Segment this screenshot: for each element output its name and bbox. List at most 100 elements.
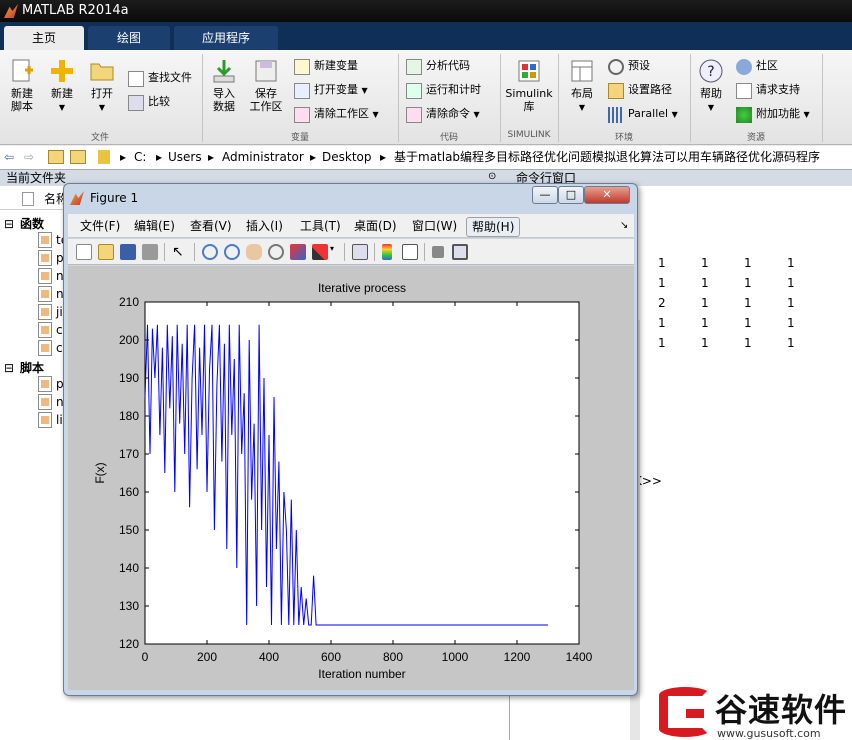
run-and-time-button[interactable]: 运行和计时 [406,82,481,100]
rotate-3d-icon[interactable] [268,244,284,260]
output-value: 1 [701,296,709,310]
save-workspace-button[interactable]: 保存 工作区 [246,58,286,113]
menu-edit[interactable]: 编辑(E) [134,217,175,235]
open-variable-button[interactable]: 打开变量 ▼ [294,82,368,100]
close-button[interactable]: ✕ [584,186,630,204]
function-file-item[interactable]: c [56,322,63,338]
path-segment-administrator[interactable]: Administrator [222,146,304,168]
request-support-button[interactable]: 请求支持 [736,82,800,100]
parallel-button[interactable]: Parallel ▼ [608,106,678,124]
path-segment-folder[interactable]: 基于matlab编程多目标路径优化问题模拟退化算法可以用车辆路径优化源码程序 [394,146,820,168]
open-file-icon[interactable] [98,244,114,260]
output-value: 1 [701,336,709,350]
layout-button[interactable]: 布局 ▼ [562,58,602,114]
clear-workspace-button[interactable]: 清除工作区 ▼ [294,106,379,124]
ribbon-divider [690,54,691,142]
colorbar-icon[interactable] [382,244,392,260]
clear-commands-button[interactable]: 清除命令 ▼ [406,106,480,124]
add-ons-button[interactable]: 附加功能 ▼ [736,106,810,124]
panel-menu-icon[interactable]: ⊙ [488,171,496,182]
x-tick-label: 1000 [442,650,469,664]
path-separator: ▸ [120,150,127,164]
simulink-library-button[interactable]: Simulink 库 [503,58,555,113]
output-value: 1 [658,336,666,350]
collapse-icon[interactable]: ⊟ [4,360,14,376]
menu-insert[interactable]: 插入(I) [246,217,283,235]
output-value: 1 [787,336,795,350]
group-label-resources: 资源 [746,133,765,143]
collapse-icon[interactable]: ⊟ [4,216,14,232]
set-path-button[interactable]: 设置路径 [608,82,672,100]
analyze-code-button[interactable]: 分析代码 [406,58,470,76]
tab-apps[interactable]: 应用程序 [174,26,278,50]
toolbar-separator [194,243,195,261]
data-cursor-icon[interactable] [290,244,306,260]
group-label-file: 文件 [90,133,109,143]
up-folder-icon[interactable] [48,150,64,164]
figure-title-bar: Figure 1 [70,187,138,209]
hide-plot-tools-icon[interactable] [432,246,444,258]
menu-view[interactable]: 查看(V) [190,217,232,235]
y-tick-label: 190 [119,371,139,385]
menu-help[interactable]: 帮助(H) [466,217,521,237]
community-button[interactable]: 社区 [736,58,778,76]
output-value: 1 [744,256,752,270]
output-value: 1 [658,276,666,290]
ribbon-divider [822,54,823,142]
pointer-icon[interactable]: ↖ [172,244,188,260]
back-arrow-icon[interactable]: ⇦ [4,146,14,168]
new-variable-button[interactable]: 新建变量 [294,58,358,76]
preferences-button[interactable]: 预设 [608,58,650,76]
path-segment-users[interactable]: Users [168,146,202,168]
help-button[interactable]: ? 帮助 ▼ [694,58,728,114]
save-icon[interactable] [120,244,136,260]
figure-window[interactable]: Figure 1 — □ ✕ 文件(F) 编辑(E) 查看(V) 插入(I) 工… [63,183,638,696]
maximize-button[interactable]: □ [558,186,584,204]
show-plot-tools-icon[interactable] [452,244,468,260]
plus-icon [51,60,73,82]
minimize-button[interactable]: — [532,186,558,204]
forward-arrow-icon[interactable]: ⇨ [24,146,34,168]
zoom-out-icon[interactable] [224,244,240,260]
open-button[interactable]: 打开 ▼ [84,58,120,114]
tab-home[interactable]: 主页 [4,26,84,50]
menu-file[interactable]: 文件(F) [80,217,120,235]
find-files-button[interactable]: 查找文件 [128,70,192,88]
browse-folder-icon[interactable] [70,150,86,164]
function-file-item[interactable]: c [56,340,63,356]
layout-icon [571,60,593,82]
folder-open-icon [90,63,114,81]
dock-arrow-icon[interactable]: ↘ [620,217,628,235]
menu-window[interactable]: 窗口(W) [412,217,457,235]
y-tick-label: 170 [119,447,139,461]
function-file-item[interactable]: ji [56,304,63,320]
compare-button[interactable]: 比较 [128,94,170,112]
open-variable-icon [294,83,310,99]
import-data-button[interactable]: 导入 数据 [206,58,242,113]
legend-icon[interactable] [402,244,418,260]
brush-dropdown-icon[interactable]: ▾ [330,244,338,260]
path-segment-desktop[interactable]: Desktop [322,146,372,168]
link-plot-icon[interactable] [352,244,368,260]
parallel-icon [608,107,624,123]
simulink-icon [518,60,540,82]
new-script-button[interactable]: 新建 脚本 [4,58,40,113]
new-button[interactable]: 新建 ▼ [44,58,80,114]
menu-tools[interactable]: 工具(T) [300,217,341,235]
zoom-in-icon[interactable] [202,244,218,260]
pan-hand-icon[interactable] [246,244,262,260]
script-file-item[interactable]: li [56,412,63,428]
path-segment-drive[interactable]: C: [134,146,146,168]
x-tick-label: 1400 [566,650,593,664]
run-and-time-icon [406,83,422,99]
brush-icon[interactable] [312,244,328,260]
tab-plots[interactable]: 绘图 [88,26,170,50]
path-separator: ▸ [380,150,387,164]
menu-desktop[interactable]: 桌面(D) [354,217,397,235]
group-label-variable: 变量 [290,133,309,143]
clear-commands-icon [406,107,422,123]
ribbon-divider [500,54,501,142]
print-icon[interactable] [142,244,158,260]
new-figure-icon[interactable] [76,244,92,260]
m-file-icon [38,232,52,248]
